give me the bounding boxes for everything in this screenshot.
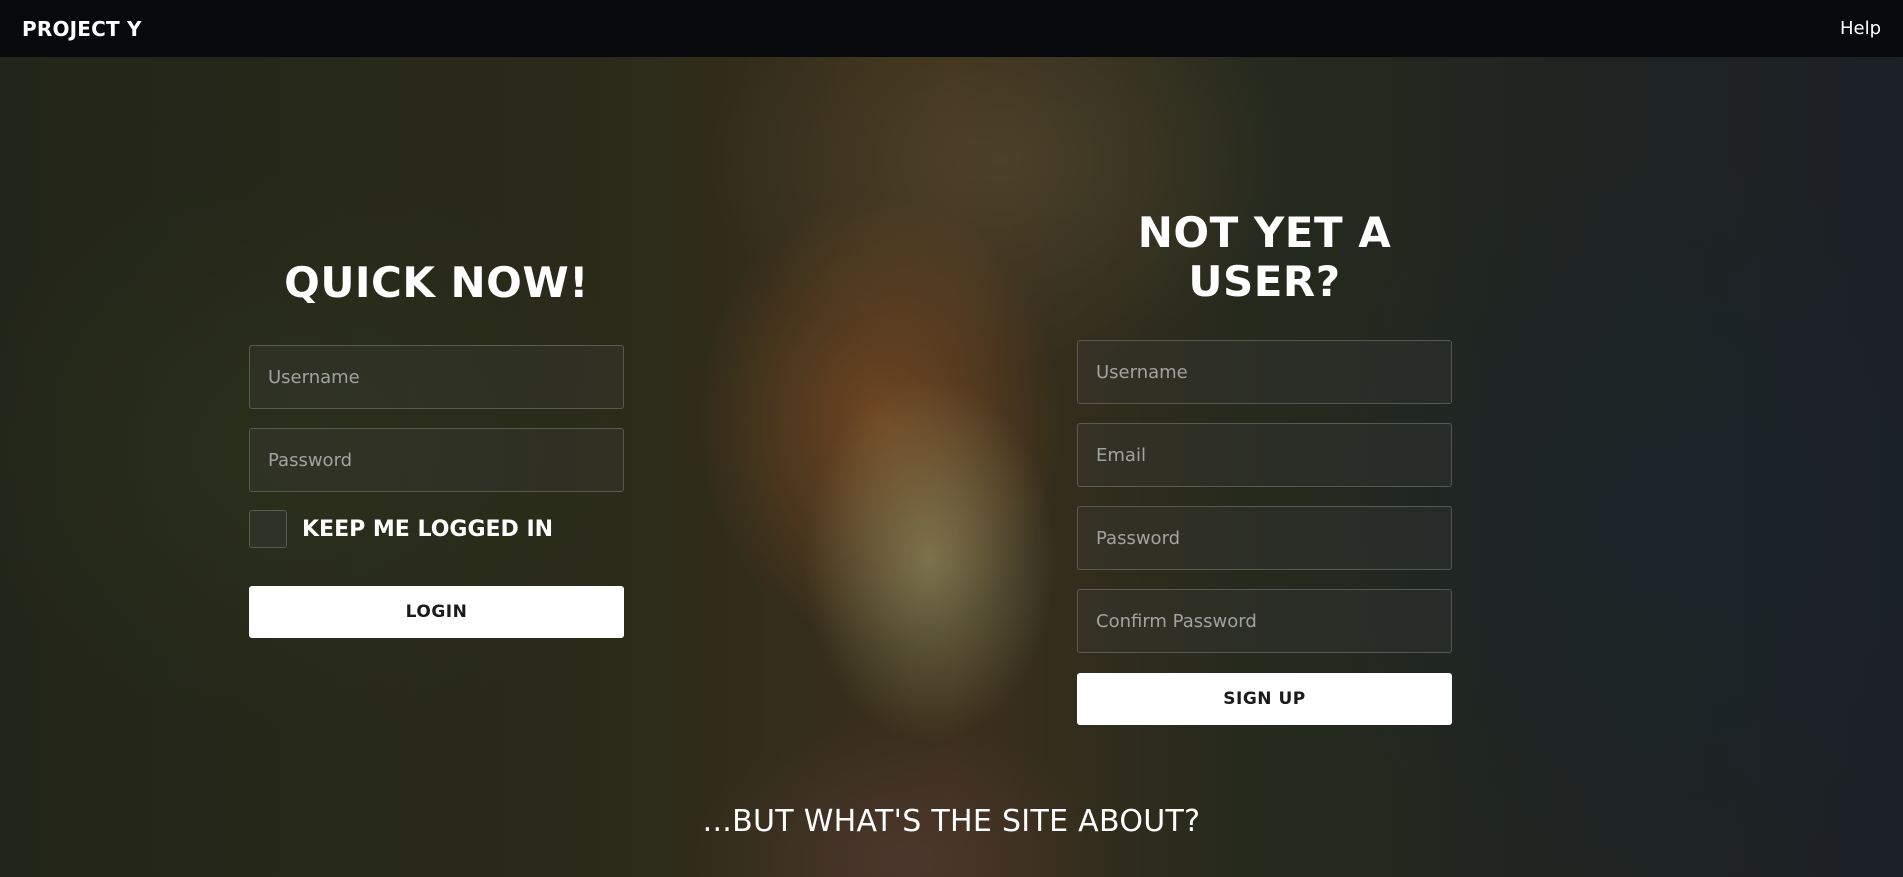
site-about-link[interactable]: ...BUT WHAT'S THE SITE ABOUT? (0, 804, 1903, 839)
signup-password-input[interactable] (1077, 506, 1452, 570)
signup-email-input[interactable] (1077, 423, 1452, 487)
keep-logged-in-row: KEEP ME LOGGED IN (249, 510, 624, 548)
login-title: QUICK NOW! (284, 258, 589, 307)
top-navbar: PROJECT Y Help (0, 0, 1903, 57)
brand-logo-text[interactable]: PROJECT Y (22, 17, 142, 41)
keep-logged-in-checkbox[interactable] (249, 510, 287, 548)
signup-confirm-password-input[interactable] (1077, 589, 1452, 653)
keep-logged-in-label[interactable]: KEEP ME LOGGED IN (302, 517, 553, 542)
signup-username-input[interactable] (1077, 340, 1452, 404)
signup-form: NOT YET A USER? SIGN UP (1077, 208, 1452, 725)
help-link[interactable]: Help (1840, 18, 1881, 39)
login-form: QUICK NOW! KEEP ME LOGGED IN LOGIN (249, 258, 624, 638)
login-button[interactable]: LOGIN (249, 586, 624, 638)
login-password-input[interactable] (249, 428, 624, 492)
signup-button[interactable]: SIGN UP (1077, 673, 1452, 725)
signup-title: NOT YET A USER? (1137, 208, 1392, 306)
login-username-input[interactable] (249, 345, 624, 409)
